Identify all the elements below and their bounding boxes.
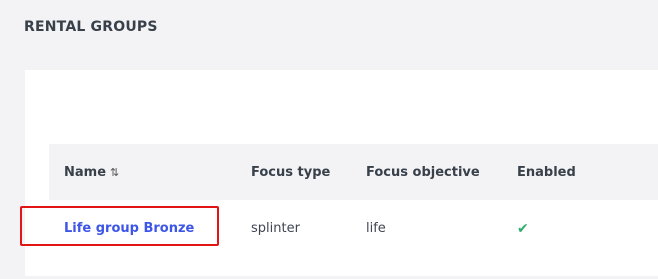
sort-arrows-icon[interactable]: ⇅ [110,166,119,179]
checkmark-icon: ✔ [517,221,529,237]
page-header: RENTAL GROUPS [0,0,658,56]
page-title: RENTAL GROUPS [24,19,158,35]
column-header-name[interactable]: Name ⇅ [64,165,119,180]
column-header-focus-type: Focus type [251,165,331,180]
highlight-box [20,206,219,246]
column-header-name-label: Name [64,165,107,180]
row-focus-objective: life [366,221,386,236]
column-header-enabled: Enabled [517,165,576,180]
table-header-row: Name ⇅ Focus type Focus objective Enabled [49,144,658,200]
column-header-focus-objective: Focus objective [366,165,480,180]
row-focus-type: splinter [251,221,300,236]
row-enabled: ✔ [517,221,529,237]
